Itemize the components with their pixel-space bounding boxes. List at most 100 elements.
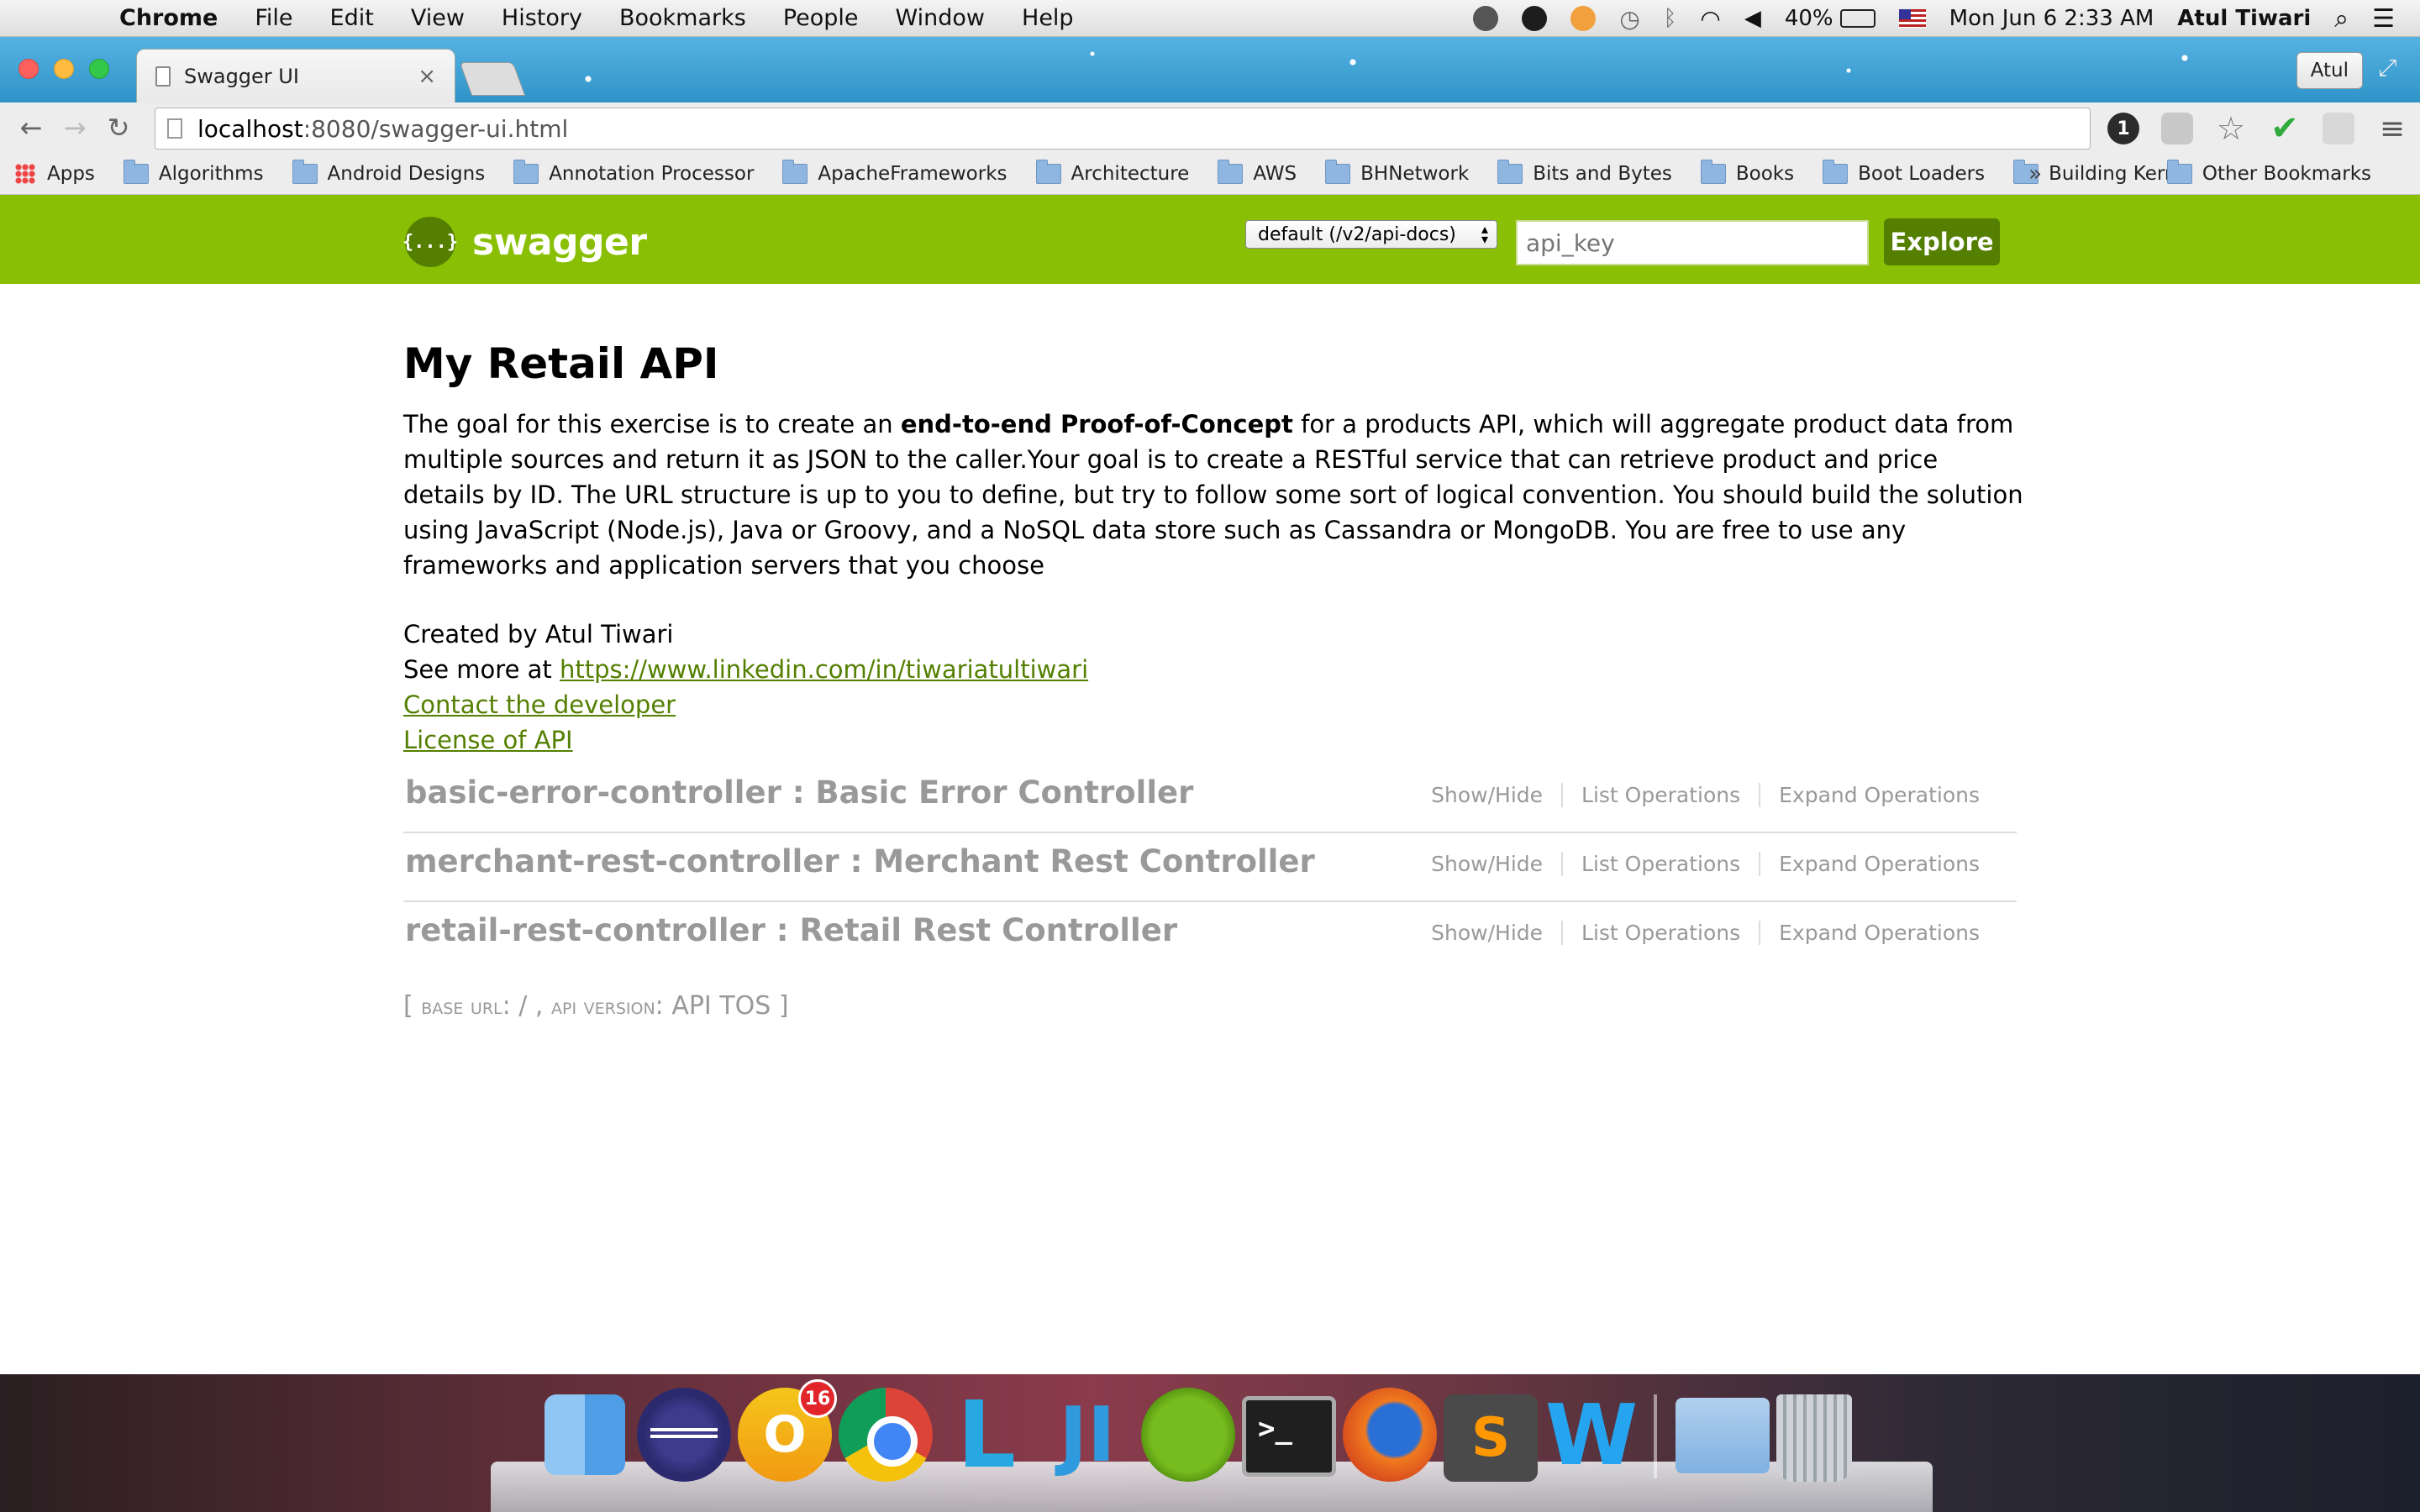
chrome-menu-icon[interactable]: ≡ xyxy=(2376,112,2408,146)
menu-history[interactable]: History xyxy=(502,5,582,31)
eclipse-dock-icon[interactable] xyxy=(637,1388,731,1482)
base-url-value: : / , xyxy=(502,991,551,1021)
menu-file[interactable]: File xyxy=(255,5,292,31)
expand-operations-link[interactable]: Expand Operations xyxy=(1759,921,1998,945)
explore-button[interactable]: Explore xyxy=(1884,218,2000,265)
api-spec-selected: default (/v2/api-docs) xyxy=(1258,223,1456,245)
menu-view[interactable]: View xyxy=(411,5,465,31)
bookmark-folder-aws[interactable]: AWS xyxy=(1218,159,1297,185)
outlook-unread-badge: 16 xyxy=(798,1379,837,1418)
api-spec-select[interactable]: default (/v2/api-docs) ▴ ▾ xyxy=(1245,220,1497,249)
bookmarks-overflow-chevron-icon[interactable]: » xyxy=(2028,153,2042,195)
cube-extension-icon[interactable] xyxy=(2323,113,2354,144)
bookmark-folder-other-bookmarks[interactable]: Other Bookmarks xyxy=(2166,153,2371,195)
api-see-more: See more at https://www.linkedin.com/in/… xyxy=(403,652,2017,687)
onepassword-extension-icon[interactable]: 1 xyxy=(2107,113,2139,144)
bookmark-folder-boot-loaders[interactable]: Boot Loaders xyxy=(1823,159,1985,185)
menubar-clock[interactable]: Mon Jun 6 2:33 AM xyxy=(1949,6,2154,31)
battery-percent: 40% xyxy=(1784,6,1833,31)
menu-bookmarks[interactable]: Bookmarks xyxy=(619,5,746,31)
forward-button[interactable]: → xyxy=(55,108,94,147)
list-operations-link[interactable]: List Operations xyxy=(1561,921,1759,945)
list-operations-link[interactable]: List Operations xyxy=(1561,783,1759,807)
menu-chrome[interactable]: Chrome xyxy=(119,5,218,31)
time-machine-icon[interactable]: ◷ xyxy=(1619,5,1639,33)
license-link[interactable]: License of API xyxy=(403,726,573,754)
tab-swagger-ui[interactable]: Swagger UI × xyxy=(136,49,455,102)
terminal-dock-icon[interactable]: >_ xyxy=(1242,1396,1336,1477)
trash-dock-icon[interactable] xyxy=(1776,1394,1852,1482)
bookmark-folder-bhnetwork[interactable]: BHNetwork xyxy=(1325,159,1469,185)
check-extension-icon[interactable]: ✔ xyxy=(2269,109,2301,148)
back-button[interactable]: ← xyxy=(12,108,50,147)
intellij-dock-icon[interactable]: JI xyxy=(1040,1388,1134,1482)
swagger-logo-text: swagger xyxy=(472,220,647,264)
battery-status[interactable]: 40% xyxy=(1785,6,1876,31)
expand-operations-link[interactable]: Expand Operations xyxy=(1759,852,1998,876)
list-operations-link[interactable]: List Operations xyxy=(1561,852,1759,876)
window-minimize-button[interactable] xyxy=(54,59,74,79)
bookmark-folder-android-designs[interactable]: Android Designs xyxy=(292,159,485,185)
volume-icon[interactable]: ◀ xyxy=(1744,6,1761,31)
finder-dock-icon[interactable] xyxy=(544,1394,625,1475)
show-hide-link[interactable]: Show/Hide xyxy=(1413,783,1561,807)
lync-dock-icon[interactable]: L xyxy=(939,1381,1034,1488)
input-source-flag-icon[interactable] xyxy=(1898,9,1926,28)
footer-open-bracket: [ xyxy=(403,991,422,1021)
outlook-dock-icon[interactable]: O 16 xyxy=(738,1379,837,1482)
bluetooth-icon[interactable]: ᛒ xyxy=(1664,6,1677,31)
downloads-stack-dock-icon[interactable] xyxy=(1676,1398,1770,1473)
skype-icon[interactable] xyxy=(1522,6,1548,31)
bookmark-folder-algorithms[interactable]: Algorithms xyxy=(123,159,264,185)
contact-developer-link[interactable]: Contact the developer xyxy=(403,690,676,719)
fullscreen-icon[interactable]: ⤢ xyxy=(2378,54,2407,82)
bookmark-folder-architecture[interactable]: Architecture xyxy=(1035,159,1189,185)
menubar-user[interactable]: Atul Tiwari xyxy=(2177,6,2311,31)
address-bar[interactable]: localhost:8080/swagger-ui.html xyxy=(155,108,2091,150)
resource-name[interactable]: merchant-rest-controller : Merchant Rest… xyxy=(405,843,1315,879)
bookmark-label: Apps xyxy=(47,162,95,185)
show-hide-link[interactable]: Show/Hide xyxy=(1413,852,1561,876)
window-zoom-button[interactable] xyxy=(89,59,109,79)
show-hide-link[interactable]: Show/Hide xyxy=(1413,921,1561,945)
new-tab-button[interactable] xyxy=(459,62,526,96)
spring-tool-suite-dock-icon[interactable] xyxy=(1141,1388,1235,1482)
bookmark-star-icon[interactable]: ☆ xyxy=(2215,110,2247,147)
swagger-logo[interactable]: {...} swagger xyxy=(402,217,647,267)
status-app-icon[interactable] xyxy=(1473,6,1499,31)
task-check-icon[interactable] xyxy=(1570,6,1597,31)
word-dock-icon[interactable]: W xyxy=(1544,1386,1639,1484)
profile-button[interactable]: Atul xyxy=(2296,52,2363,89)
spotlight-search-icon[interactable]: ⌕ xyxy=(2334,4,2349,34)
menu-people[interactable]: People xyxy=(783,5,859,31)
window-close-button[interactable] xyxy=(18,59,39,79)
linkedin-link[interactable]: https://www.linkedin.com/in/tiwariatulti… xyxy=(560,655,1088,684)
expand-operations-link[interactable]: Expand Operations xyxy=(1759,783,1998,807)
wifi-icon[interactable]: ◠ xyxy=(1700,5,1720,33)
firefox-dock-icon[interactable] xyxy=(1343,1388,1437,1482)
shield-extension-icon[interactable] xyxy=(2161,113,2193,144)
notification-center-icon[interactable]: ☰ xyxy=(2372,4,2395,34)
sublime-text-dock-icon[interactable]: S xyxy=(1444,1394,1538,1482)
page-info-icon[interactable] xyxy=(167,118,182,139)
bookmark-folder-annotation-processor[interactable]: Annotation Processor xyxy=(513,159,755,185)
resource-operations: Show/Hide List Operations Expand Operati… xyxy=(1413,783,1998,807)
bookmark-folder-apache-frameworks[interactable]: ApacheFrameworks xyxy=(782,159,1007,185)
bookmark-label: AWS xyxy=(1253,162,1297,185)
reload-button[interactable]: ↻ xyxy=(99,108,138,147)
menu-window[interactable]: Window xyxy=(896,5,985,31)
browser-tabstrip: Swagger UI × Atul ⤢ xyxy=(0,37,2420,102)
bookmark-apps[interactable]: Apps xyxy=(15,163,95,185)
resource-name[interactable]: basic-error-controller : Basic Error Con… xyxy=(405,774,1193,811)
bookmark-label: Annotation Processor xyxy=(549,162,755,185)
bookmark-label: Other Bookmarks xyxy=(2202,163,2371,185)
bookmark-folder-books[interactable]: Books xyxy=(1700,159,1794,185)
menu-edit[interactable]: Edit xyxy=(330,5,374,31)
tab-close-icon[interactable]: × xyxy=(418,64,436,89)
menu-help[interactable]: Help xyxy=(1022,5,1074,31)
api-key-input[interactable] xyxy=(1516,220,1869,265)
chrome-dock-icon[interactable] xyxy=(839,1388,933,1482)
bookmark-folder-bits-and-bytes[interactable]: Bits and Bytes xyxy=(1497,159,1672,185)
resource-name[interactable]: retail-rest-controller : Retail Rest Con… xyxy=(405,912,1177,948)
api-description-intro: The goal for this exercise is to create … xyxy=(403,410,901,438)
